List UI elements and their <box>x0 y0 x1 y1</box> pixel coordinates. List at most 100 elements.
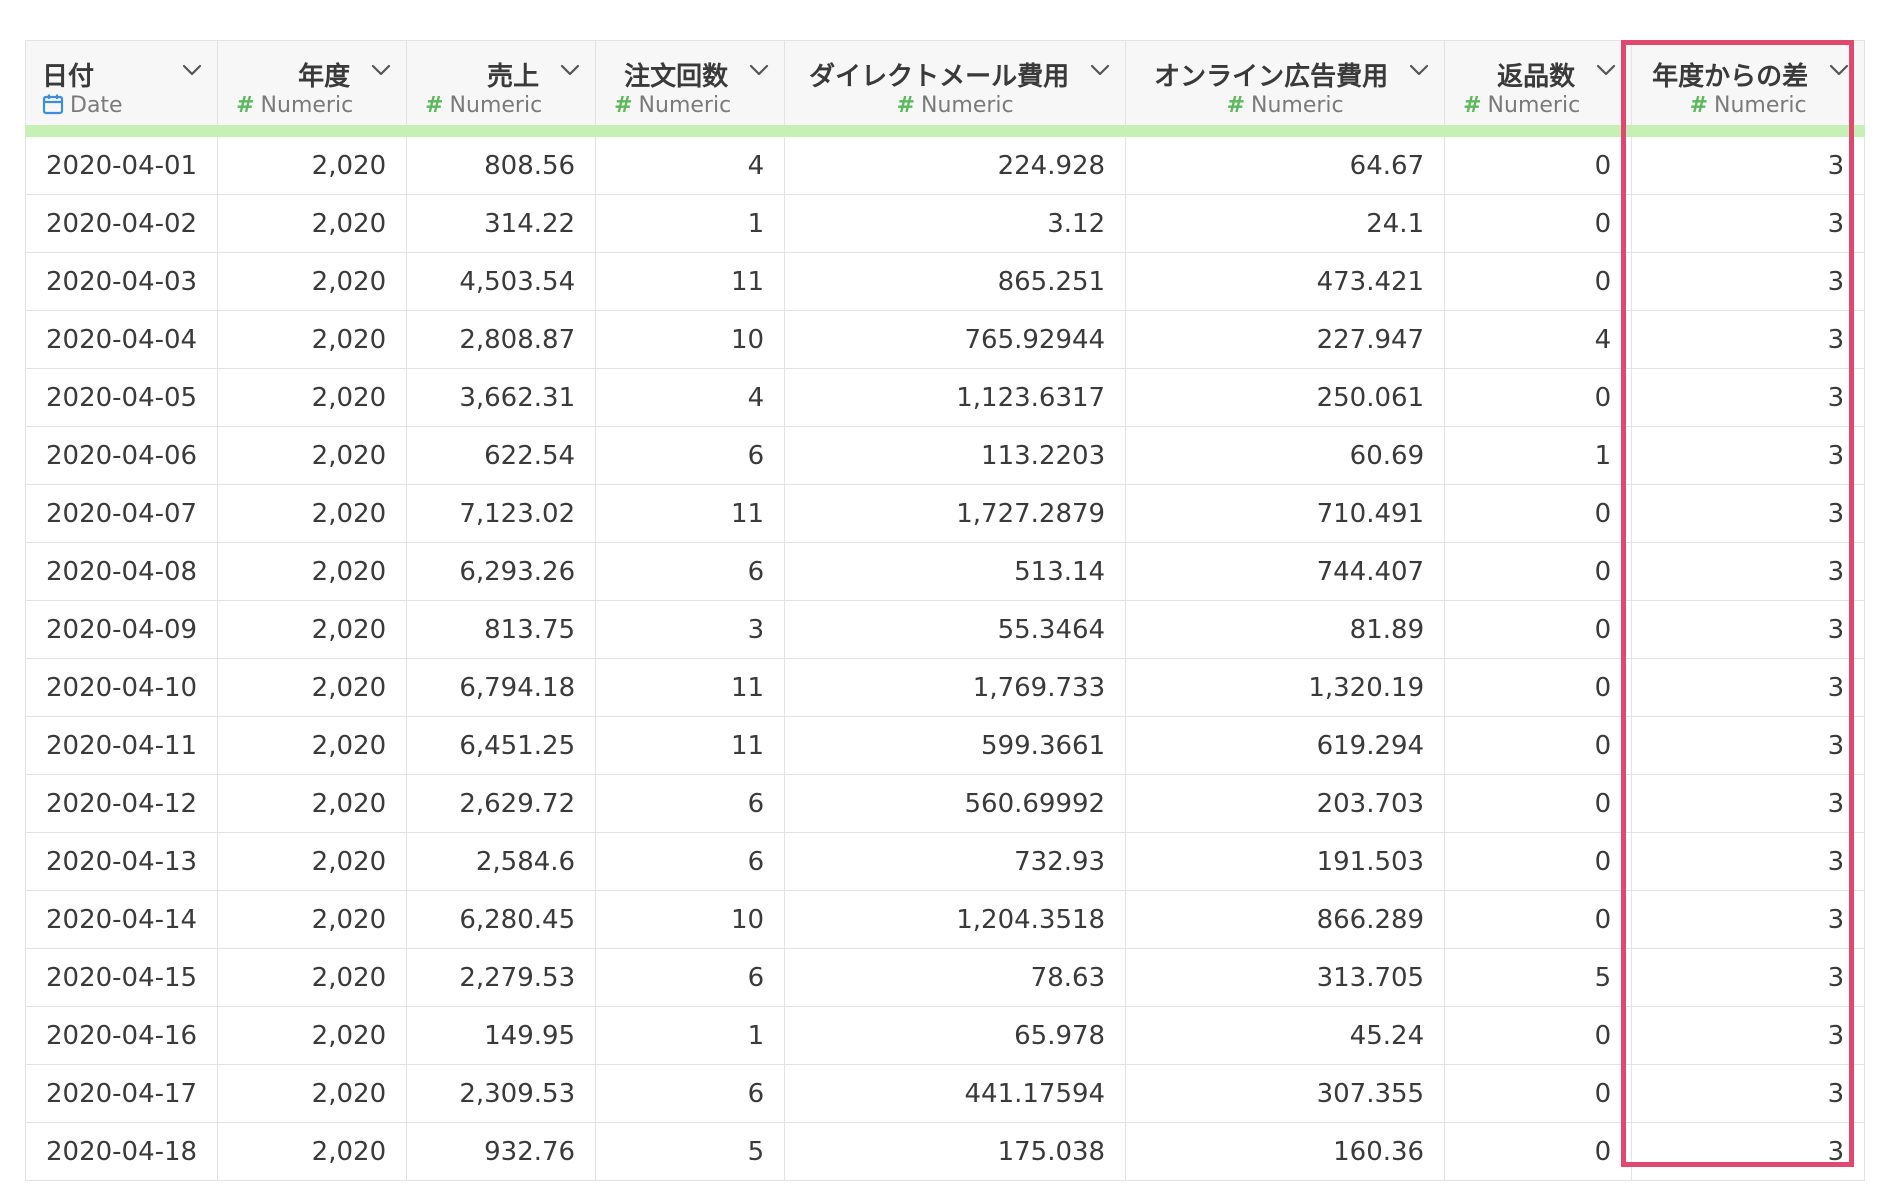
table-cell[interactable]: 2020-04-02 <box>24 194 219 253</box>
table-cell[interactable]: 81.89 <box>1125 600 1446 659</box>
table-cell[interactable]: 11 <box>595 252 786 311</box>
table-cell[interactable]: 2,808.87 <box>406 310 597 369</box>
table-cell[interactable]: 2,309.53 <box>406 1064 597 1123</box>
table-cell[interactable]: 6,451.25 <box>406 716 597 775</box>
table-cell[interactable]: 1 <box>1444 426 1633 485</box>
table-cell[interactable]: 710.491 <box>1125 484 1446 543</box>
table-cell[interactable]: 191.503 <box>1125 832 1446 891</box>
table-cell[interactable]: 6,280.45 <box>406 890 597 949</box>
table-cell[interactable]: 2,279.53 <box>406 948 597 1007</box>
table-row[interactable]: 2020-04-04 2,020 2,808.87 10 765.92944 227.94… <box>24 310 1866 369</box>
table-cell[interactable]: 10 <box>595 310 786 369</box>
table-cell[interactable]: 0 <box>1444 194 1633 253</box>
chevron-down-icon[interactable] <box>748 59 770 81</box>
table-cell[interactable]: 2020-04-13 <box>24 832 219 891</box>
table-cell[interactable]: 473.421 <box>1125 252 1446 311</box>
table-cell[interactable]: 513.14 <box>784 542 1127 601</box>
table-cell[interactable]: 10 <box>595 890 786 949</box>
table-cell[interactable]: 2020-04-03 <box>24 252 219 311</box>
table-cell[interactable]: 203.703 <box>1125 774 1446 833</box>
table-cell[interactable]: 2020-04-04 <box>24 310 219 369</box>
table-cell[interactable]: 1,204.3518 <box>784 890 1127 949</box>
table-cell[interactable]: 160.36 <box>1125 1122 1446 1181</box>
table-cell[interactable]: 560.69992 <box>784 774 1127 833</box>
table-cell[interactable]: 3 <box>1631 368 1866 427</box>
table-row[interactable]: 2020-04-13 2,020 2,584.6 6 732.93 191.503 0 3 <box>24 832 1866 891</box>
table-row[interactable]: 2020-04-05 2,020 3,662.31 4 1,123.6317 250.06… <box>24 368 1866 427</box>
table-cell[interactable]: 3 <box>1631 252 1866 311</box>
table-cell[interactable]: 2020-04-07 <box>24 484 219 543</box>
table-row[interactable]: 2020-04-11 2,020 6,451.25 11 599.3661 619.294… <box>24 716 1866 775</box>
table-row[interactable]: 2020-04-12 2,020 2,629.72 6 560.69992 203.703… <box>24 774 1866 833</box>
table-row[interactable]: 2020-04-03 2,020 4,503.54 11 865.251 473.421 0… <box>24 252 1866 311</box>
table-cell[interactable]: 3 <box>1631 1122 1866 1181</box>
table-cell[interactable]: 732.93 <box>784 832 1127 891</box>
table-cell[interactable]: 0 <box>1444 832 1633 891</box>
table-cell[interactable]: 4 <box>1444 310 1633 369</box>
table-cell[interactable]: 4 <box>595 368 786 427</box>
table-cell[interactable]: 3 <box>595 600 786 659</box>
table-cell[interactable]: 619.294 <box>1125 716 1446 775</box>
table-row[interactable]: 2020-04-14 2,020 6,280.45 10 1,204.3518 866.2… <box>24 890 1866 949</box>
table-cell[interactable]: 0 <box>1444 252 1633 311</box>
table-cell[interactable]: 0 <box>1444 658 1633 717</box>
table-cell[interactable]: 3,662.31 <box>406 368 597 427</box>
column-header[interactable]: 年度からの差 # Numeric <box>1631 40 1866 137</box>
table-cell[interactable]: 3 <box>1631 832 1866 891</box>
table-cell[interactable]: 0 <box>1444 1006 1633 1065</box>
table-cell[interactable]: 2,020 <box>217 310 408 369</box>
table-cell[interactable]: 813.75 <box>406 600 597 659</box>
table-cell[interactable]: 2,020 <box>217 774 408 833</box>
table-cell[interactable]: 744.407 <box>1125 542 1446 601</box>
table-cell[interactable]: 5 <box>1444 948 1633 1007</box>
table-cell[interactable]: 2020-04-05 <box>24 368 219 427</box>
chevron-down-icon[interactable] <box>181 59 203 81</box>
table-row[interactable]: 2020-04-07 2,020 7,123.02 11 1,727.2879 710.4… <box>24 484 1866 543</box>
table-cell[interactable]: 3 <box>1631 600 1866 659</box>
table-cell[interactable]: 3.12 <box>784 194 1127 253</box>
table-cell[interactable]: 2020-04-01 <box>24 131 219 195</box>
table-cell[interactable]: 6 <box>595 832 786 891</box>
table-cell[interactable]: 3 <box>1631 716 1866 775</box>
table-cell[interactable]: 2,020 <box>217 194 408 253</box>
table-cell[interactable]: 65.978 <box>784 1006 1127 1065</box>
table-cell[interactable]: 2020-04-06 <box>24 426 219 485</box>
table-cell[interactable]: 2,020 <box>217 716 408 775</box>
table-cell[interactable]: 2020-04-09 <box>24 600 219 659</box>
chevron-down-icon[interactable] <box>1595 59 1617 81</box>
table-cell[interactable]: 6 <box>595 948 786 1007</box>
table-cell[interactable]: 0 <box>1444 890 1633 949</box>
table-cell[interactable]: 11 <box>595 484 786 543</box>
chevron-down-icon[interactable] <box>559 59 581 81</box>
table-cell[interactable]: 250.061 <box>1125 368 1446 427</box>
table-cell[interactable]: 2020-04-16 <box>24 1006 219 1065</box>
table-row[interactable]: 2020-04-18 2,020 932.76 5 175.038 160.36 0 3 <box>24 1122 1866 1181</box>
table-cell[interactable]: 2,020 <box>217 131 408 195</box>
table-cell[interactable]: 0 <box>1444 600 1633 659</box>
table-cell[interactable]: 2,020 <box>217 484 408 543</box>
chevron-down-icon[interactable] <box>370 59 392 81</box>
table-row[interactable]: 2020-04-09 2,020 813.75 3 55.3464 81.89 0 3 <box>24 600 1866 659</box>
table-cell[interactable]: 2020-04-10 <box>24 658 219 717</box>
table-cell[interactable]: 6 <box>595 774 786 833</box>
table-cell[interactable]: 2020-04-17 <box>24 1064 219 1123</box>
table-cell[interactable]: 7,123.02 <box>406 484 597 543</box>
table-cell[interactable]: 55.3464 <box>784 600 1127 659</box>
table-cell[interactable]: 0 <box>1444 774 1633 833</box>
table-cell[interactable]: 2,020 <box>217 368 408 427</box>
column-header[interactable]: 日付 Date <box>24 40 219 137</box>
table-cell[interactable]: 2020-04-18 <box>24 1122 219 1181</box>
table-cell[interactable]: 2,020 <box>217 948 408 1007</box>
table-row[interactable]: 2020-04-17 2,020 2,309.53 6 441.17594 307.355… <box>24 1064 1866 1123</box>
table-cell[interactable]: 60.69 <box>1125 426 1446 485</box>
column-header[interactable]: ダイレクトメール費用 # Numeric <box>784 40 1127 137</box>
table-cell[interactable]: 2020-04-11 <box>24 716 219 775</box>
table-row[interactable]: 2020-04-02 2,020 314.22 1 3.12 24.1 0 3 <box>24 194 1866 253</box>
table-cell[interactable]: 0 <box>1444 542 1633 601</box>
table-cell[interactable]: 6 <box>595 542 786 601</box>
table-cell[interactable]: 865.251 <box>784 252 1127 311</box>
table-cell[interactable]: 2,020 <box>217 1064 408 1123</box>
table-cell[interactable]: 932.76 <box>406 1122 597 1181</box>
table-cell[interactable]: 6,293.26 <box>406 542 597 601</box>
table-row[interactable]: 2020-04-10 2,020 6,794.18 11 1,769.733 1,320.… <box>24 658 1866 717</box>
